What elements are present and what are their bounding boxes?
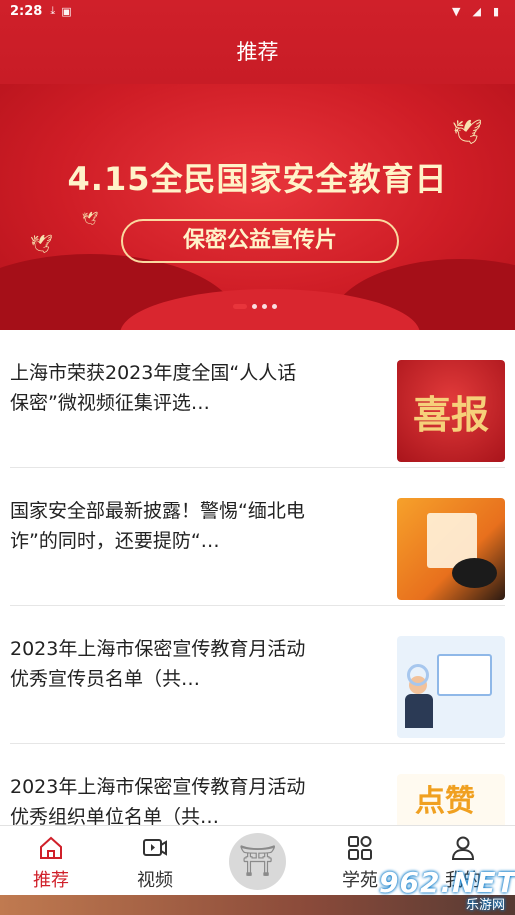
thumbnail-graphic <box>405 694 433 728</box>
dove-icon: 🕊 <box>452 118 483 146</box>
tab-label: 推荐 <box>33 870 69 891</box>
news-thumbnail <box>397 636 505 738</box>
center-logo-button[interactable]: ⛩ <box>229 833 286 890</box>
watermark-caption: 乐游网 <box>465 898 505 913</box>
news-thumbnail: 喜报 <box>397 360 505 462</box>
thumbnail-caption: 点赞 <box>415 784 475 819</box>
download-icon: ⤓ <box>50 4 56 17</box>
tab-label: 视频 <box>137 870 173 891</box>
status-time: 2:28 <box>10 3 43 19</box>
news-thumbnail <box>397 498 505 600</box>
news-title: 上海市荣获2023年度全国“人人话保密”微视频征集评选… <box>10 362 297 414</box>
signal-icon: ◢ <box>472 4 481 18</box>
news-title: 2023年上海市保密宣传教育月活动优秀宣传员名单（共… <box>10 638 306 690</box>
banner-title: 4.15全民国家安全教育日 <box>67 160 448 198</box>
tab-label: 学苑 <box>342 870 378 891</box>
thumbnail-graphic <box>407 664 429 686</box>
carousel-dot <box>233 304 247 309</box>
thumbnail-caption: 喜报 <box>412 391 489 437</box>
carousel-indicator <box>233 304 277 309</box>
tab-recommend[interactable]: 推荐 <box>11 834 91 892</box>
status-bar: 2:28 ⤓ ▣ ▼ ◢ ▮ <box>0 0 515 22</box>
wifi-icon: ▼ <box>452 4 461 18</box>
banner-subtitle: 保密公益宣传片 <box>121 219 399 263</box>
news-title: 2023年上海市保密宣传教育月活动优秀组织单位名单（共… <box>10 776 306 828</box>
news-item[interactable]: 2023年上海市保密宣传教育月活动优秀宣传员名单（共… <box>10 606 505 744</box>
news-item[interactable]: 国家安全部最新披露！警惕“缅北电诈”的同时，还要提防“… <box>10 468 505 606</box>
grid-icon <box>348 836 372 860</box>
video-icon <box>143 839 167 856</box>
app-header: 2:28 ⤓ ▣ ▼ ◢ ▮ 推荐 <box>0 0 515 84</box>
news-title: 国家安全部最新披露！警惕“缅北电诈”的同时，还要提防“… <box>10 500 305 552</box>
page-title: 推荐 <box>236 40 279 64</box>
news-item[interactable]: 上海市荣获2023年度全国“人人话保密”微视频征集评选… 喜报 <box>10 330 505 468</box>
dove-icon: 🕊 <box>82 212 99 227</box>
carousel-dot <box>272 304 277 309</box>
thumbnail-graphic <box>437 654 492 696</box>
carousel-dot <box>252 304 257 309</box>
home-icon <box>40 836 62 859</box>
notification-icon: ▣ <box>61 4 72 18</box>
tab-video[interactable]: 视频 <box>115 834 195 892</box>
dove-icon: 🕊 <box>30 234 53 255</box>
site-watermark: 962.NET 乐游网 <box>379 866 515 913</box>
user-icon <box>451 836 475 860</box>
seal-icon: ⛩ <box>238 844 277 879</box>
battery-icon: ▮ <box>492 4 499 18</box>
carousel-dot <box>262 304 267 309</box>
thumbnail-graphic <box>452 558 497 588</box>
banner-carousel[interactable]: 🕊 🕊 🕊 4.15全民国家安全教育日 保密公益宣传片 <box>0 84 515 330</box>
